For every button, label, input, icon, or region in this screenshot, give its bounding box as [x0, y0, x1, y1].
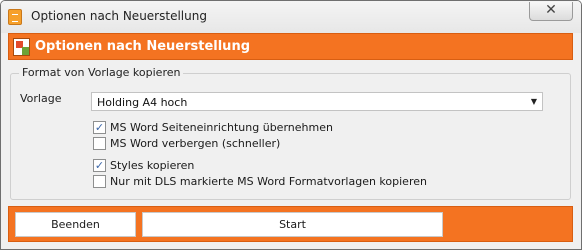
- vorlage-select[interactable]: Holding A4 hoch ▼: [91, 92, 543, 111]
- header-title: Optionen nach Neuerstellung: [35, 39, 251, 54]
- vorlage-value: Holding A4 hoch: [97, 96, 188, 109]
- beenden-button[interactable]: Beenden: [15, 212, 136, 237]
- document-icon: [8, 9, 22, 25]
- checkmark-icon: ✓: [94, 159, 105, 172]
- checkbox-label[interactable]: Styles kopieren: [110, 159, 194, 172]
- checkbox-label[interactable]: MS Word Seiteneinrichtung übernehmen: [110, 121, 333, 134]
- checkbox-box[interactable]: [93, 175, 106, 188]
- dialog-footer: Beenden Start: [8, 206, 573, 242]
- vorlage-label: Vorlage: [20, 92, 62, 105]
- close-icon: ✕: [545, 2, 557, 18]
- dialog-header: Optionen nach Neuerstellung: [8, 33, 573, 60]
- checkmark-icon: ✓: [94, 121, 105, 134]
- checkbox-box[interactable]: [93, 137, 106, 150]
- checkbox-box[interactable]: ✓: [93, 121, 106, 134]
- template-icon: [13, 38, 30, 56]
- checkbox-label[interactable]: MS Word verbergen (schneller): [110, 137, 280, 150]
- start-button[interactable]: Start: [142, 212, 443, 237]
- chevron-down-icon[interactable]: ▼: [531, 97, 537, 106]
- close-button[interactable]: ✕: [529, 2, 573, 21]
- window-title: Optionen nach Neuerstellung: [31, 9, 207, 23]
- checkbox-box[interactable]: ✓: [93, 159, 106, 172]
- checkbox-label[interactable]: Nur mit DLS markierte MS Word Formatvorl…: [110, 175, 427, 188]
- title-bar[interactable]: Optionen nach Neuerstellung ✕: [1, 1, 581, 33]
- groupbox-legend: Format von Vorlage kopieren: [19, 66, 184, 79]
